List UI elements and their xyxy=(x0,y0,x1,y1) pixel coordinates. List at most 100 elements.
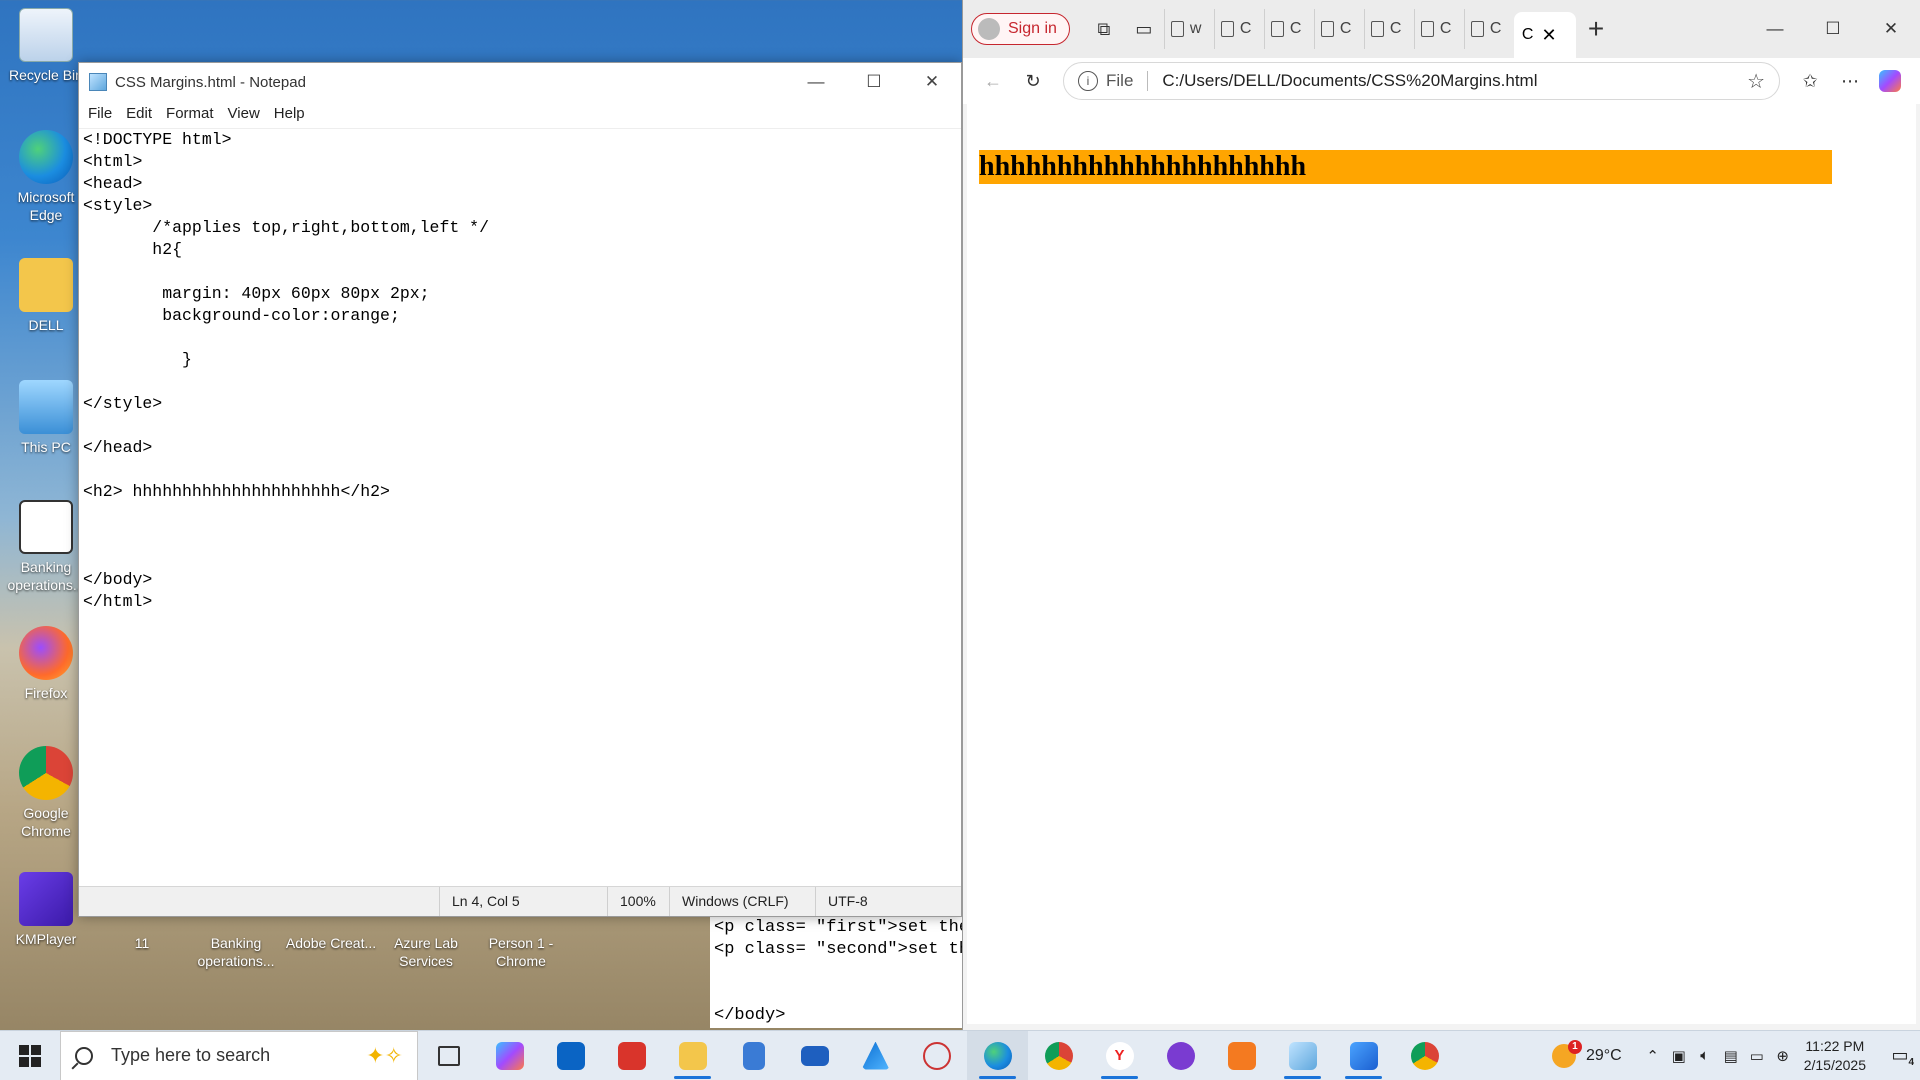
workspaces-icon[interactable]: ⧉ xyxy=(1084,9,1124,49)
chevron-up-icon[interactable]: ⌃ xyxy=(1640,1047,1666,1065)
clock[interactable]: 11:22 PM 2/15/2025 xyxy=(1804,1037,1866,1075)
menu-edit[interactable]: Edit xyxy=(119,103,159,124)
sign-in-button[interactable]: Sign in xyxy=(971,13,1070,45)
notification-center-button[interactable]: ▭ 4 xyxy=(1880,1045,1920,1068)
active-tab[interactable]: C ✕ xyxy=(1513,12,1576,58)
outlook-button[interactable] xyxy=(540,1031,601,1080)
desktop-icon-label: Banking operations... xyxy=(197,935,275,969)
chrome-button-2[interactable] xyxy=(1394,1031,1455,1080)
scheme-label: File xyxy=(1106,71,1149,91)
pinned-red-app-icon xyxy=(617,1041,646,1070)
calculator-button[interactable] xyxy=(723,1031,784,1080)
notepad-button[interactable] xyxy=(1272,1031,1333,1080)
tab-label: C xyxy=(1239,20,1252,37)
browser-tab[interactable]: C xyxy=(1313,9,1364,49)
weather-icon: 1 xyxy=(1551,1039,1582,1068)
desktop-icon-11[interactable]: 11 xyxy=(96,918,188,952)
sign-in-label: Sign in xyxy=(1008,20,1057,37)
browser-tab[interactable]: C xyxy=(1363,9,1414,49)
notepad-app-icon xyxy=(89,73,107,91)
favorite-star-icon[interactable]: ☆ xyxy=(1747,69,1765,94)
desktop-icon-label: Adobe Creat... xyxy=(285,935,377,951)
user-folder-icon xyxy=(19,258,73,312)
copilot-button[interactable] xyxy=(479,1031,540,1080)
kmplayer-icon xyxy=(19,872,73,926)
menu-view[interactable]: View xyxy=(221,103,267,124)
battery-icon[interactable]: ▭ xyxy=(1744,1047,1770,1065)
desktop-icon-banking-operations-2[interactable]: Banking operations... xyxy=(190,918,282,970)
window-title: CSS Margins.html - Notepad xyxy=(115,73,306,91)
edge-icon xyxy=(983,1041,1012,1070)
notepad-window[interactable]: CSS Margins.html - Notepad — ☐ ✕ File Ed… xyxy=(78,62,962,917)
snipping-tool-button[interactable] xyxy=(906,1031,967,1080)
page-icon xyxy=(1470,21,1484,37)
minimize-button[interactable]: — xyxy=(787,63,845,101)
clock-date: 2/15/2025 xyxy=(1803,1056,1866,1073)
back-arrow-icon[interactable]: ← xyxy=(973,61,1013,101)
desktop-icon-adobe[interactable]: Adobe Creat... xyxy=(285,918,377,952)
desktop-icon-label: Person 1 - Chrome xyxy=(488,935,554,969)
camera-icon[interactable]: ▣ xyxy=(1666,1047,1692,1065)
azure-button[interactable] xyxy=(845,1031,906,1080)
tab-strip: Sign in ⧉ ▭ w C C C C C C C ✕ + — ☐ ✕ xyxy=(963,0,1920,58)
taskbar: Type here to search ✦✧ Y 1 29°C ⌃ ▣ 🔈︎ ▤… xyxy=(0,1030,1920,1080)
browser-tab[interactable]: w xyxy=(1163,9,1214,49)
display-icon[interactable]: ▤ xyxy=(1718,1047,1744,1065)
close-button[interactable]: ✕ xyxy=(903,63,961,101)
globe-icon[interactable]: ⊕ xyxy=(1770,1047,1796,1065)
notification-icon: ▭ xyxy=(1891,1045,1909,1065)
info-icon[interactable]: i xyxy=(1078,71,1098,91)
browser-tab[interactable]: C xyxy=(1263,9,1314,49)
game-app-button[interactable] xyxy=(1150,1031,1211,1080)
maximize-button[interactable]: ☐ xyxy=(845,63,903,101)
taskbar-search[interactable]: Type here to search ✦✧ xyxy=(60,1030,418,1080)
file-explorer-button[interactable] xyxy=(662,1031,723,1080)
url-text[interactable]: C:/Users/DELL/Documents/CSS%20Margins.ht… xyxy=(1162,71,1747,91)
edge-button[interactable] xyxy=(967,1030,1028,1080)
browser-tab[interactable]: C xyxy=(1213,9,1264,49)
text-editor[interactable]: <!DOCTYPE html> <html> <head> <style> /*… xyxy=(79,127,961,886)
favorites-icon[interactable]: ✩ xyxy=(1790,61,1830,101)
desktop-icon-person1-chrome[interactable]: Person 1 - Chrome xyxy=(475,918,567,970)
start-button[interactable] xyxy=(0,1031,60,1080)
menu-format[interactable]: Format xyxy=(159,103,221,124)
new-tab-button[interactable]: + xyxy=(1588,13,1604,45)
weather-widget[interactable]: 1 29°C xyxy=(1551,1039,1622,1068)
browser-window[interactable]: Sign in ⧉ ▭ w C C C C C C C ✕ + — ☐ ✕ ← … xyxy=(962,0,1920,1030)
task-view-button[interactable] xyxy=(418,1031,479,1080)
yandex-icon: Y xyxy=(1105,1041,1134,1070)
notification-count: 4 xyxy=(1908,1057,1914,1068)
xampp-button[interactable] xyxy=(1211,1031,1272,1080)
notepad-titlebar[interactable]: CSS Margins.html - Notepad — ☐ ✕ xyxy=(79,63,961,101)
tab-label: C xyxy=(1489,20,1502,37)
vertical-tabs-icon[interactable]: ▭ xyxy=(1124,9,1164,49)
minimize-button[interactable]: — xyxy=(1746,9,1804,49)
copilot-icon[interactable] xyxy=(1870,61,1910,101)
firefox-icon xyxy=(19,626,73,680)
chrome-button[interactable] xyxy=(1028,1031,1089,1080)
browser-tab[interactable]: C xyxy=(1413,9,1464,49)
more-menu-icon[interactable]: ⋯ xyxy=(1830,61,1870,101)
desktop-icon-azure-lab-services[interactable]: Azure Lab Services xyxy=(380,918,472,970)
page-icon xyxy=(1420,21,1434,37)
page-viewport[interactable]: hhhhhhhhhhhhhhhhhhhhh xyxy=(967,104,1916,1024)
volume-icon[interactable]: 🔈︎ xyxy=(1692,1047,1718,1064)
close-button[interactable]: ✕ xyxy=(1862,9,1920,49)
browser-tab[interactable]: C xyxy=(1463,9,1514,49)
weather-temp: 29°C xyxy=(1585,1046,1622,1064)
refresh-icon[interactable]: ↻ xyxy=(1013,61,1053,101)
tab-label: w xyxy=(1189,20,1202,37)
yandex-button[interactable]: Y xyxy=(1089,1031,1150,1080)
maximize-button[interactable]: ☐ xyxy=(1804,9,1862,49)
close-tab-icon[interactable]: ✕ xyxy=(1541,25,1556,46)
menu-file[interactable]: File xyxy=(81,103,119,124)
snipping-tool-icon xyxy=(922,1041,951,1070)
photos-button[interactable] xyxy=(1333,1031,1394,1080)
notepad-icon xyxy=(1288,1041,1317,1070)
menu-help[interactable]: Help xyxy=(267,103,312,124)
red-app-button[interactable] xyxy=(601,1031,662,1080)
background-editor-text[interactable]: <p class= "first">set the <p class= "sec… xyxy=(710,917,962,1028)
address-bar[interactable]: i File C:/Users/DELL/Documents/CSS%20Mar… xyxy=(1063,62,1780,100)
tab-label: C xyxy=(1439,20,1452,37)
mail-button[interactable] xyxy=(784,1031,845,1080)
